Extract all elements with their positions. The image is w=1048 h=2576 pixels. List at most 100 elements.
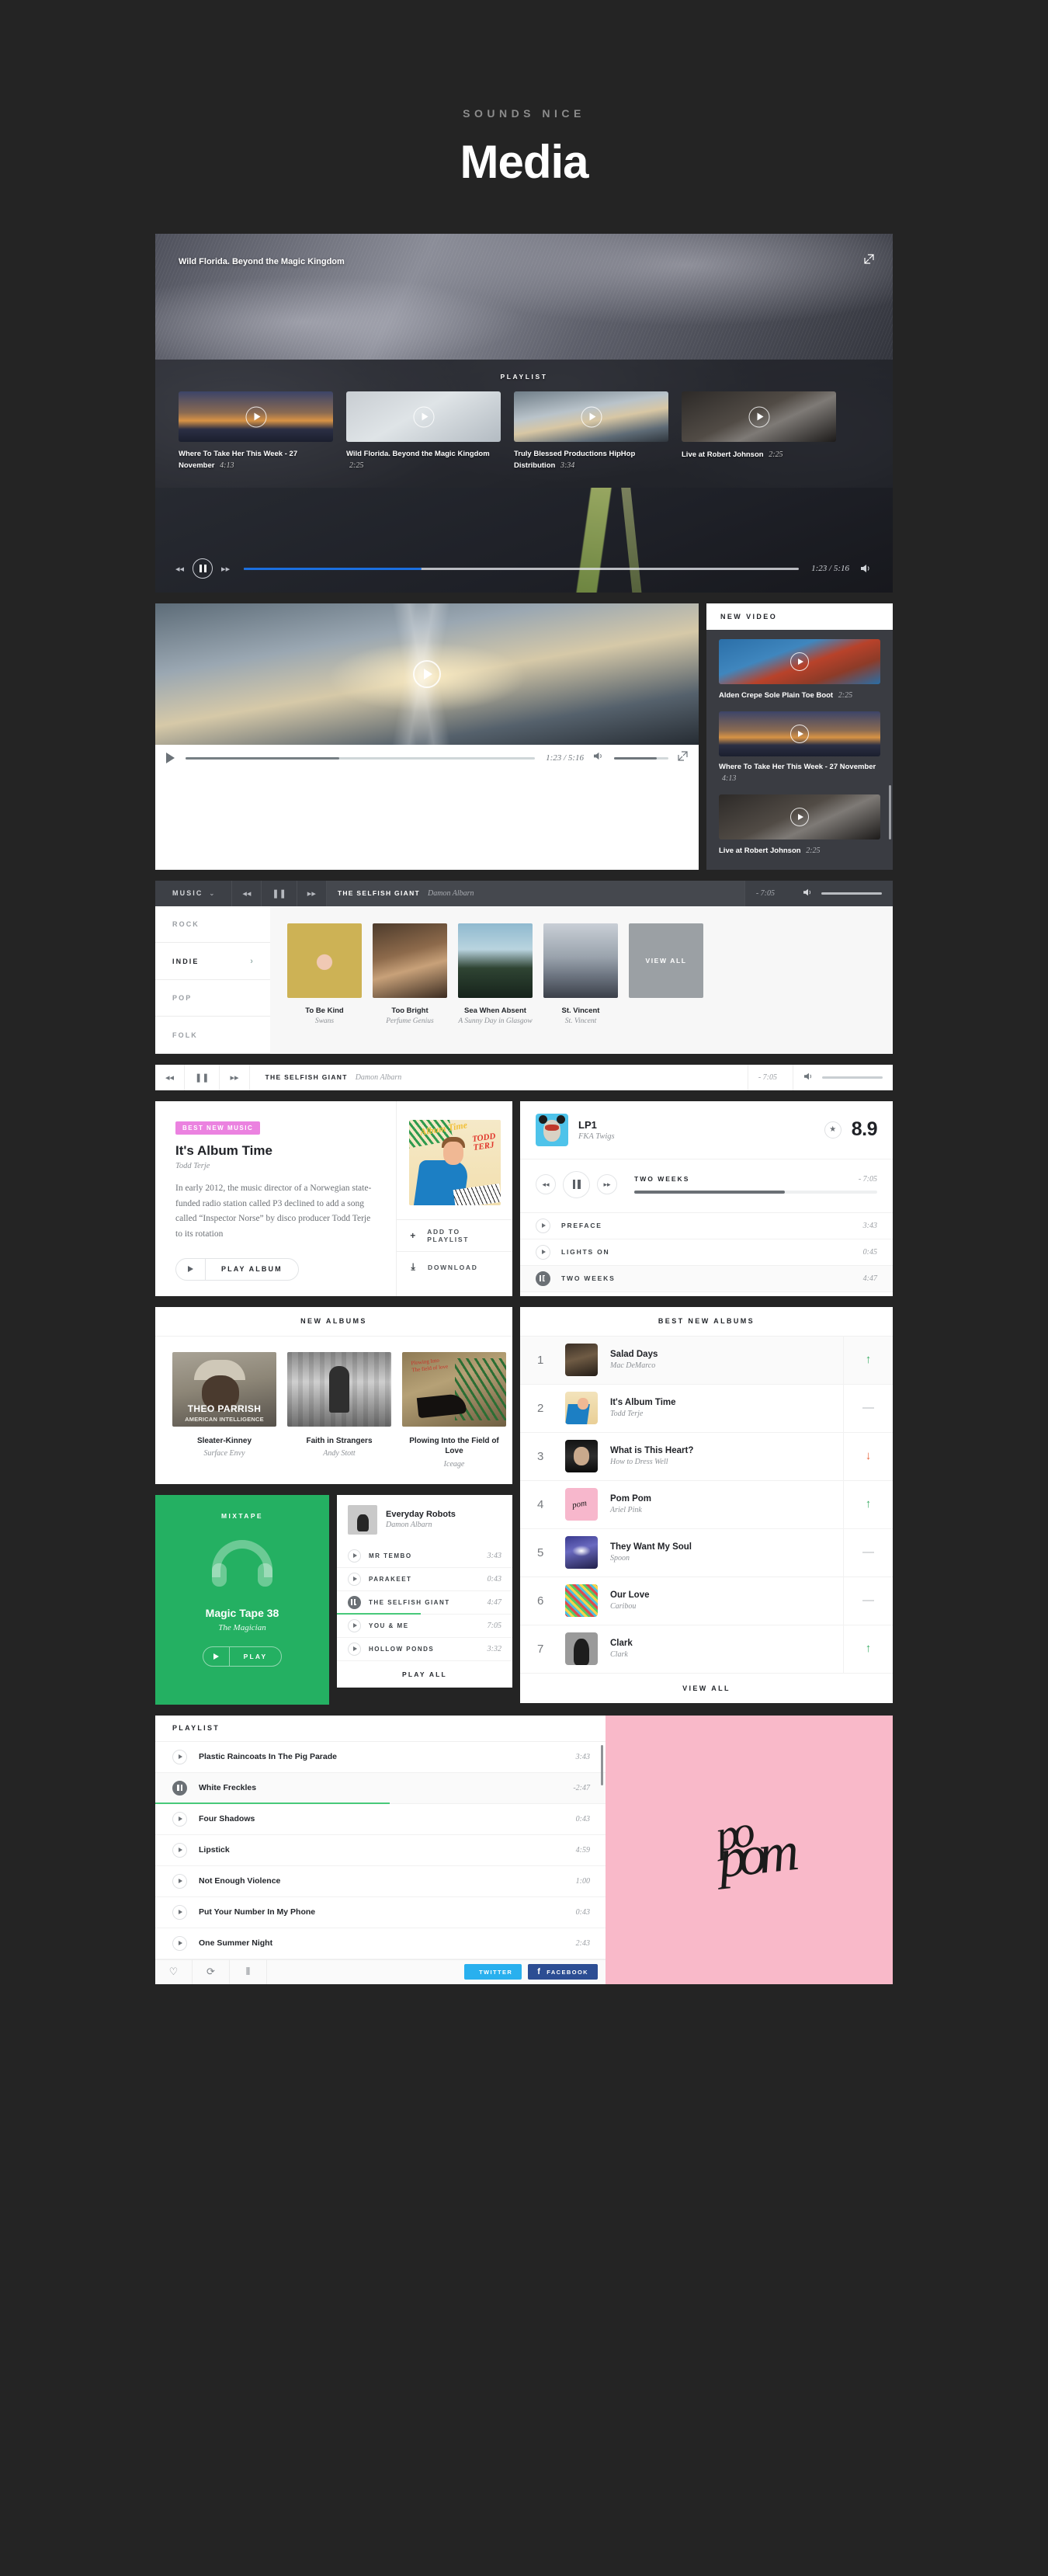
play-icon[interactable] xyxy=(172,1935,187,1951)
play-icon[interactable] xyxy=(790,808,809,827)
view-all-button[interactable]: VIEW ALL xyxy=(520,1674,893,1703)
volume-control[interactable] xyxy=(793,1065,893,1090)
rewind-icon[interactable]: ◂◂ xyxy=(232,880,262,906)
play-icon[interactable] xyxy=(172,1811,187,1827)
play-album-button[interactable]: PLAY ALBUM xyxy=(175,1257,299,1281)
rewind-icon[interactable]: ◂◂ xyxy=(155,1064,186,1090)
fast-forward-icon[interactable]: ▸▸ xyxy=(221,564,230,574)
secondary-video-frame[interactable] xyxy=(155,603,699,745)
speaker-icon[interactable] xyxy=(593,751,605,765)
table-row[interactable]: 6 Our Love Caribou — xyxy=(520,1577,893,1625)
pause-icon[interactable] xyxy=(536,1271,550,1286)
heart-icon[interactable]: ♡ xyxy=(155,1959,193,1985)
fullscreen-icon[interactable] xyxy=(678,751,688,765)
speaker-icon[interactable] xyxy=(803,1072,814,1083)
track-row[interactable]: PARAKEET 0:43 xyxy=(337,1568,512,1591)
album-tile[interactable]: Faith in Strangers Andy Stott xyxy=(287,1351,391,1469)
play-icon[interactable] xyxy=(581,406,602,427)
add-to-playlist-button[interactable]: + ADD TO PLAYLIST xyxy=(397,1218,512,1251)
play-icon[interactable] xyxy=(536,1244,550,1260)
pause-icon[interactable] xyxy=(348,1595,361,1609)
play-mixtape-button[interactable]: PLAY xyxy=(202,1646,283,1667)
album-tile[interactable]: Too Bright Perfume Genius xyxy=(373,923,447,1054)
play-icon[interactable] xyxy=(413,406,434,427)
star-icon[interactable]: ★ xyxy=(824,1121,842,1139)
track-row[interactable]: PREFACE 3:43 xyxy=(520,1213,893,1239)
speaker-icon[interactable] xyxy=(803,888,814,899)
download-button[interactable]: ⤓ DOWNLOAD xyxy=(397,1250,512,1283)
track-row[interactable]: HOLLOW PONDS 3:32 xyxy=(337,1638,512,1661)
new-video-item[interactable]: Live at Robert Johnson 2:25 xyxy=(719,785,880,857)
video-progress-bar[interactable] xyxy=(244,567,800,570)
list-item[interactable]: Lipstick 4:59 xyxy=(155,1835,606,1866)
track-row[interactable]: LIGHTS ON 0:45 xyxy=(520,1239,893,1266)
scrollbar[interactable] xyxy=(601,1744,603,1785)
pause-icon[interactable] xyxy=(193,558,213,579)
table-row[interactable]: 1 Salad Days Mac DeMarco ↑ xyxy=(520,1336,893,1385)
table-row[interactable]: 5 They Want My Soul Spoon — xyxy=(520,1528,893,1577)
playlist-item[interactable]: Wild Florida. Beyond the Magic Kingdom 2… xyxy=(346,391,501,472)
pause-icon[interactable]: ❚❚ xyxy=(185,1064,220,1090)
pause-icon[interactable] xyxy=(172,1780,187,1796)
list-item[interactable]: Plastic Raincoats In The Pig Parade 3:43 xyxy=(155,1742,606,1773)
play-icon[interactable] xyxy=(172,1749,187,1764)
fast-forward-icon[interactable]: ▸▸ xyxy=(597,1174,617,1195)
volume-slider[interactable] xyxy=(821,892,882,895)
list-item[interactable]: White Freckles -2:47 xyxy=(155,1772,606,1804)
play-icon[interactable] xyxy=(790,724,809,743)
table-row[interactable]: 7 Clark Clark ↑ xyxy=(520,1625,893,1674)
album-tile[interactable]: THEO PARRISH AMERICAN INTELLIGENCE Sleate… xyxy=(172,1351,276,1469)
play-icon[interactable] xyxy=(348,1642,361,1656)
list-item[interactable]: One Summer Night 2:43 xyxy=(155,1928,606,1959)
fast-forward-icon[interactable]: ▸▸ xyxy=(220,1064,250,1090)
hero-video[interactable]: Wild Florida. Beyond the Magic Kingdom xyxy=(155,234,893,360)
playlist-item[interactable]: Live at Robert Johnson 2:25 xyxy=(682,391,836,472)
track-row[interactable]: TWO WEEKS 4:47 xyxy=(520,1265,893,1292)
table-row[interactable]: 3 What is This Heart? How to Dress Well … xyxy=(520,1432,893,1481)
track-row[interactable]: THE SELFISH GIANT 4:47 xyxy=(337,1591,512,1615)
play-icon[interactable] xyxy=(790,652,809,671)
genre-item-folk[interactable]: FOLK xyxy=(155,1017,270,1054)
new-video-item[interactable]: Where To Take Her This Week - 27 Novembe… xyxy=(719,702,880,785)
album-tile[interactable]: Plowing Into The field of love Plowing In… xyxy=(402,1351,506,1469)
scrollbar[interactable] xyxy=(889,785,891,840)
list-item[interactable]: Four Shadows 0:43 xyxy=(155,1804,606,1835)
album-tile[interactable]: To Be Kind Swans xyxy=(287,923,362,1054)
play-icon[interactable] xyxy=(172,1873,187,1889)
pause-icon[interactable]: ❚❚ xyxy=(262,880,297,906)
pause-icon[interactable] xyxy=(563,1170,590,1198)
play-icon[interactable] xyxy=(413,660,441,688)
album-tile[interactable]: Sea When Absent A Sunny Day in Glasgow xyxy=(458,923,533,1054)
genre-item-rock[interactable]: ROCK xyxy=(155,906,270,944)
rewind-icon[interactable]: ◂◂ xyxy=(175,564,184,574)
play-icon[interactable] xyxy=(536,1218,550,1233)
genre-item-indie[interactable]: INDIE › xyxy=(155,943,270,980)
music-selector[interactable]: MUSIC ⌄ xyxy=(155,880,233,906)
facebook-share-button[interactable]: f FACEBOOK xyxy=(528,1964,598,1980)
album-view-all[interactable]: VIEW ALL xyxy=(629,923,703,1054)
play-icon[interactable] xyxy=(348,1572,361,1586)
volume-control[interactable] xyxy=(792,881,893,906)
track-row[interactable]: YOU & ME 7:05 xyxy=(337,1615,512,1638)
table-row[interactable]: 2 It's Album Time Todd Terje — xyxy=(520,1384,893,1433)
playlist-item[interactable]: Truly Blessed Productions HipHop Distrib… xyxy=(514,391,668,472)
list-item[interactable]: Put Your Number In My Phone 0:43 xyxy=(155,1897,606,1928)
track-row[interactable]: MR TEMBO 3:43 xyxy=(337,1545,512,1568)
playlist-item[interactable]: Where To Take Her This Week - 27 Novembe… xyxy=(179,391,333,472)
play-all-button[interactable]: PLAY ALL xyxy=(337,1661,512,1688)
genre-item-pop[interactable]: POP xyxy=(155,980,270,1017)
fast-forward-icon[interactable]: ▸▸ xyxy=(297,880,327,906)
video-progress-bar[interactable] xyxy=(186,756,536,760)
play-icon[interactable] xyxy=(348,1549,361,1563)
album-tile[interactable]: St. Vincent St. Vincent xyxy=(543,923,618,1054)
play-icon[interactable] xyxy=(166,753,175,763)
play-icon[interactable] xyxy=(172,1904,187,1920)
volume-slider[interactable] xyxy=(614,756,668,760)
view-all-label[interactable]: VIEW ALL xyxy=(629,923,703,998)
list-item[interactable]: Not Enough Violence 1:00 xyxy=(155,1866,606,1897)
repeat-icon[interactable]: ⟳ xyxy=(193,1959,230,1985)
twitter-share-button[interactable]: TWITTER xyxy=(464,1964,522,1980)
table-row[interactable]: 4 Pom Pom Ariel Pink ↑ xyxy=(520,1480,893,1529)
new-video-item[interactable]: Alden Crepe Sole Plain Toe Boot 2:25 xyxy=(719,630,880,702)
play-icon[interactable] xyxy=(245,406,266,427)
